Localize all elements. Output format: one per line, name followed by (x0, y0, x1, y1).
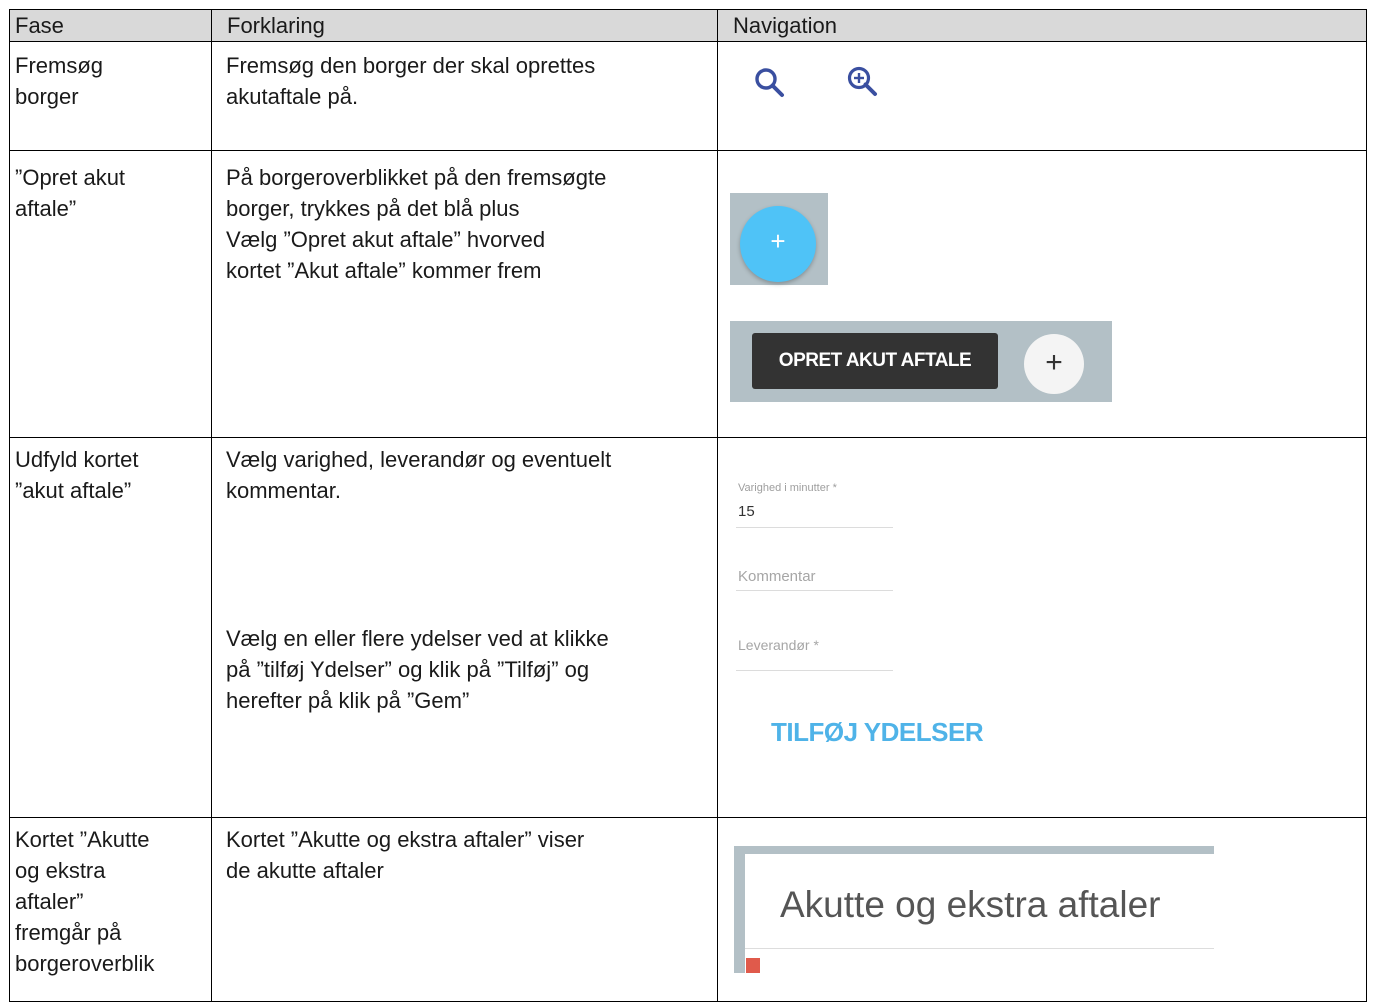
row4-forklaring: Kortet ”Akutte og ekstra aftaler” viser … (226, 827, 585, 883)
instruction-table: Fase Forklaring Navigation Fremsøg borge… (9, 9, 1367, 1002)
varighed-label: Varighed i minutter * (738, 482, 837, 494)
kommentar-field[interactable]: Kommentar (738, 568, 816, 585)
blue-plus-button[interactable]: + (740, 206, 816, 282)
opret-screenshot: OPRET AKUT AFTALE + (730, 321, 1112, 402)
row1-forklaring: Fremsøg den borger der skal oprettes aku… (226, 53, 596, 109)
row4-fase: Kortet ”Akutte og ekstra aftaler” fremgå… (15, 827, 155, 976)
header-navigation: Navigation (733, 13, 837, 38)
plus-icon: + (770, 226, 786, 256)
row2-forklaring: På borgeroverblikket på den fremsøgte bo… (226, 165, 607, 283)
row3-forklaring-ydelser: Vælg en eller flere ydelser ved at klikk… (226, 626, 609, 713)
row3-fase: Udfyld kortet ”akut aftale” (15, 447, 139, 503)
fab-screenshot: + (730, 193, 828, 285)
zoom-in-icon (847, 66, 877, 96)
header-fase: Fase (15, 13, 64, 38)
header-forklaring: Forklaring (227, 13, 325, 38)
tilfoj-ydelser-button[interactable]: TILFØJ YDELSER (771, 717, 984, 748)
opret-plus-button[interactable]: + (1024, 334, 1084, 394)
card-title: Akutte og ekstra aftaler (780, 884, 1161, 925)
leverandor-field[interactable]: Leverandør * (738, 637, 819, 653)
row1-fase: Fremsøg borger (15, 53, 103, 109)
plus-icon: + (1045, 346, 1063, 379)
varighed-field[interactable]: 15 (738, 503, 755, 520)
row2-fase: ”Opret akut aftale” (15, 165, 126, 221)
table-header (9, 9, 1367, 41)
row3-forklaring: Vælg varighed, leverandør og eventuelt k… (226, 447, 612, 503)
red-marker (746, 958, 760, 973)
search-icon (755, 68, 784, 97)
opret-akut-aftale-button[interactable]: OPRET AKUT AFTALE (752, 333, 998, 389)
